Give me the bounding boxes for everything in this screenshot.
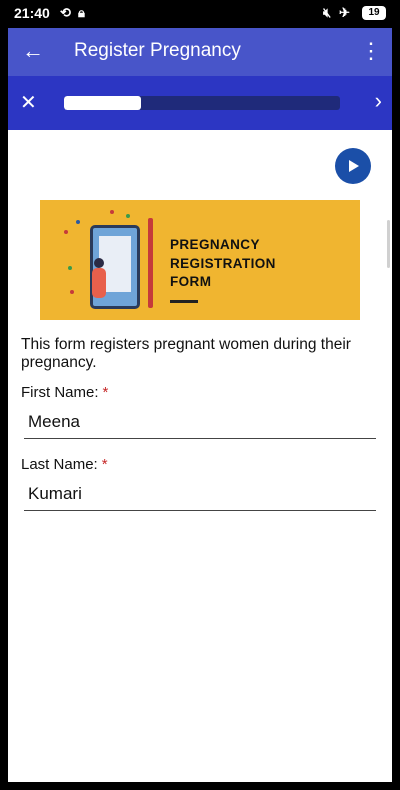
lock-icon: 🔒︎ — [78, 5, 85, 20]
progress-fill — [64, 96, 142, 110]
last-name-label: Last Name: * — [21, 456, 108, 473]
required-marker: * — [102, 384, 109, 401]
first-name-label: First Name: * — [21, 384, 108, 401]
progress-bar — [64, 96, 340, 110]
pen-illustration — [148, 218, 153, 308]
first-name-field[interactable]: Meena — [24, 406, 376, 439]
first-name-value: Meena — [28, 412, 80, 431]
play-icon — [349, 160, 359, 172]
close-icon[interactable]: ✕ — [20, 90, 37, 115]
page-title: Register Pregnancy — [74, 40, 241, 61]
form-nav-bar: ✕ › — [8, 76, 392, 130]
last-name-field[interactable]: Kumari — [24, 478, 376, 511]
battery-icon: 19 — [362, 6, 386, 20]
airplane-icon: ✈ — [339, 5, 350, 20]
person-illustration — [94, 258, 104, 268]
chevron-right-icon[interactable]: › — [375, 88, 382, 114]
form-banner-image: PREGNANCY REGISTRATION FORM — [40, 200, 360, 320]
more-vert-icon[interactable]: ⋮ — [360, 38, 382, 64]
mute-icon: 🔇︎ — [323, 5, 332, 20]
form-description: This form registers pregnant women durin… — [21, 336, 351, 371]
first-name-label-text: First Name: — [21, 384, 99, 401]
status-bar: 21:40 ⟲ 🔒︎ 🔇︎ ✈ 19 — [0, 0, 400, 28]
scrollbar[interactable] — [387, 220, 390, 268]
sync-icon: ⟲ — [60, 5, 71, 20]
play-button[interactable] — [335, 148, 371, 184]
status-time: 21:40 — [14, 5, 50, 21]
app-bar: ← Register Pregnancy ⋮ — [8, 28, 392, 76]
banner-underline — [170, 300, 198, 303]
required-marker: * — [101, 456, 108, 473]
last-name-label-text: Last Name: — [21, 456, 98, 473]
form-content: PREGNANCY REGISTRATION FORM This form re… — [8, 130, 392, 782]
last-name-value: Kumari — [28, 484, 82, 503]
arrow-left-icon[interactable]: ← — [22, 38, 44, 64]
banner-title: PREGNANCY REGISTRATION FORM — [170, 237, 276, 289]
